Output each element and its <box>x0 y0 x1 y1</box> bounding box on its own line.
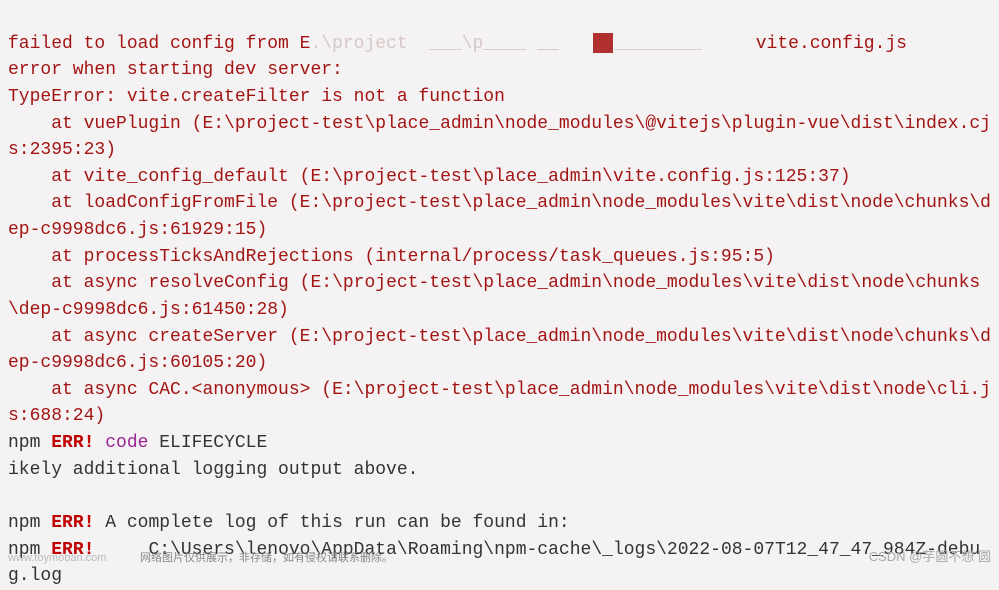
npm-error-line: npm ERR! code ELIFECYCLE <box>8 433 267 453</box>
error-line: failed to load config from E.\project __… <box>8 34 907 54</box>
stack-trace-line: at async createServer (E:\project-test\p… <box>8 327 991 374</box>
error-line: error when starting dev server: <box>8 60 343 80</box>
stack-trace-line: at async resolveConfig (E:\project-test\… <box>8 273 980 320</box>
output-line: ikely additional logging output above. <box>8 460 418 480</box>
watermark-source: www.toymoban.com <box>8 550 106 566</box>
error-line: TypeError: vite.createFilter is not a fu… <box>8 87 505 107</box>
npm-error-line: npm ERR! A complete log of this run can … <box>8 513 570 533</box>
stack-trace-line: at async CAC.<anonymous> (E:\project-tes… <box>8 380 991 427</box>
stack-trace-line: at vuePlugin (E:\project-test\place_admi… <box>8 114 991 161</box>
watermark-attribution: CSDN @芋圆不想 圆 <box>869 547 991 566</box>
stack-trace-line: at vite_config_default (E:\project-test\… <box>8 167 851 187</box>
stack-trace-line: at loadConfigFromFile (E:\project-test\p… <box>8 193 991 240</box>
redacted-icon <box>593 33 613 53</box>
stack-trace-line: at processTicksAndRejections (internal/p… <box>8 247 775 267</box>
watermark-notice: 网络图片仅供展示，非存储，如有侵权请联系删除。 <box>140 550 393 566</box>
terminal-output: failed to load config from E.\project __… <box>8 4 991 590</box>
